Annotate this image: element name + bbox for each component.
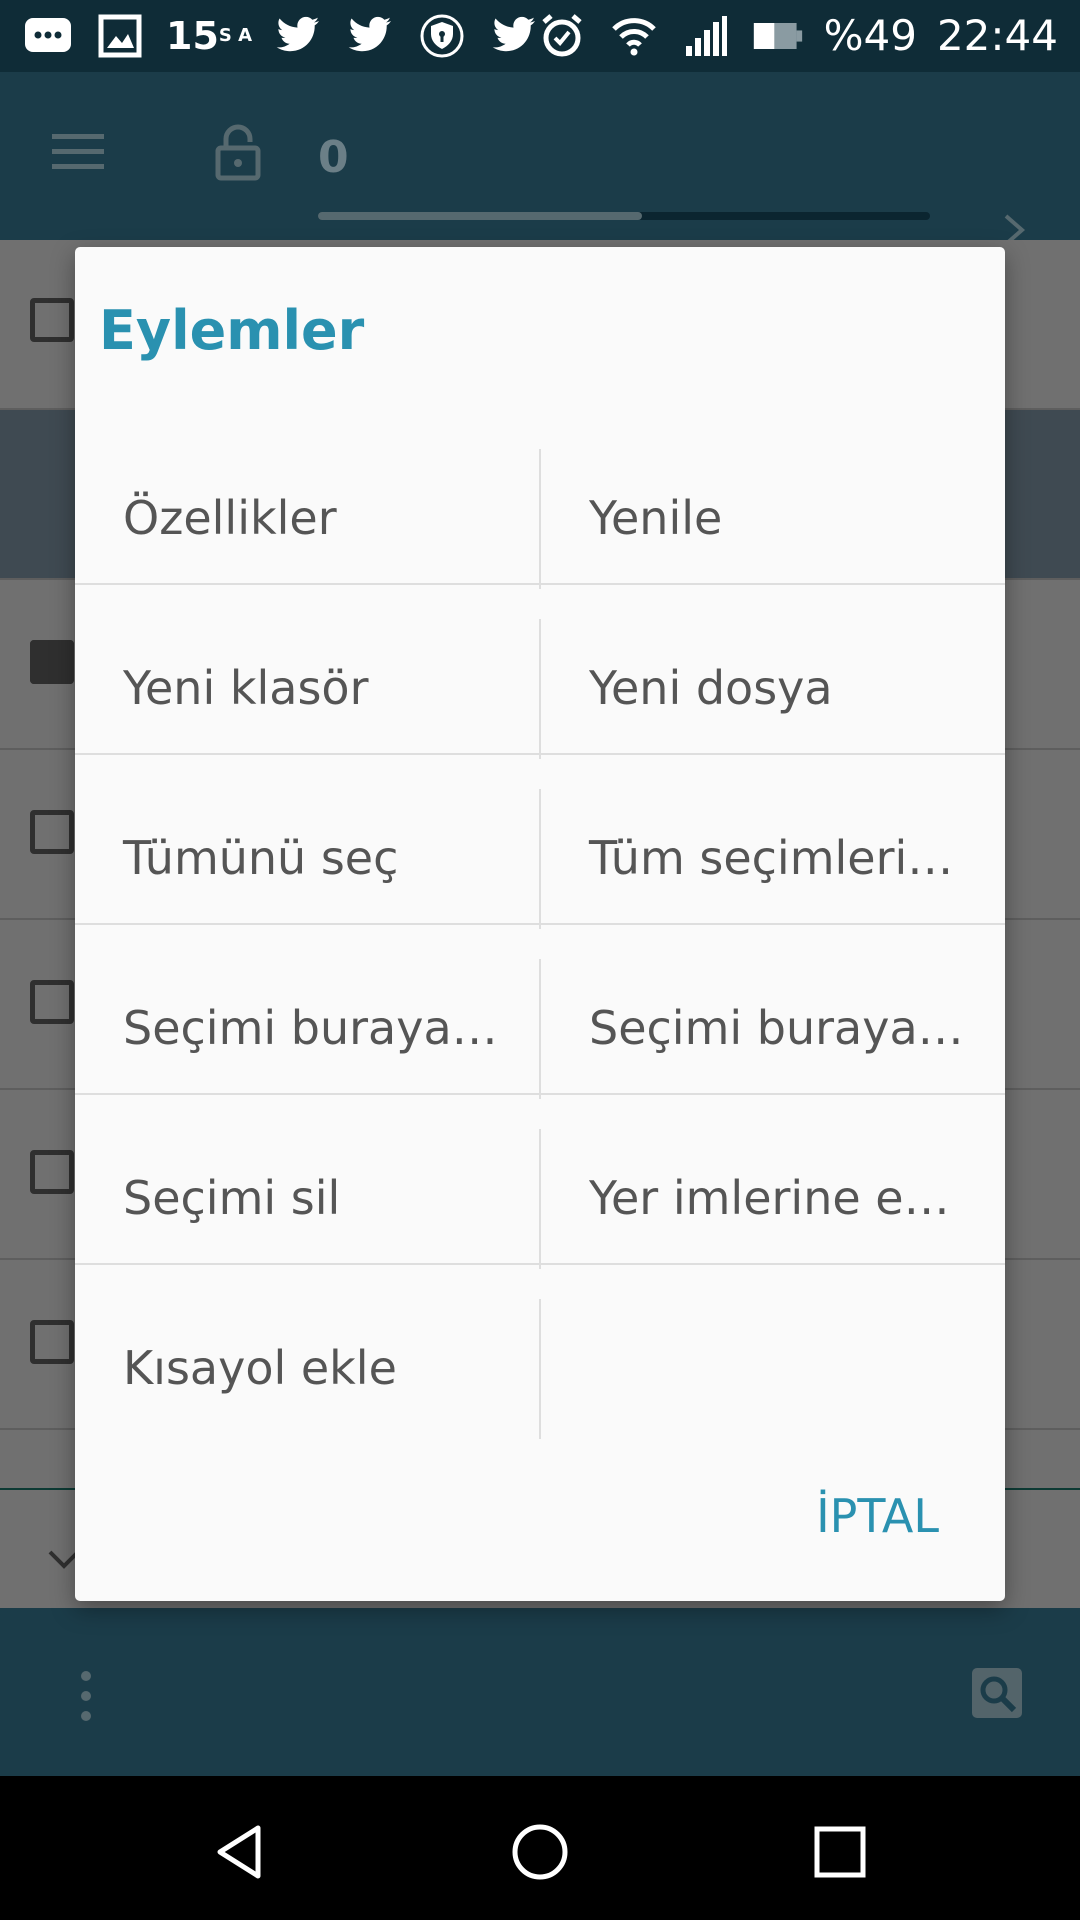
action-select-all[interactable]: Tümünü seç — [75, 773, 540, 943]
action-delete-selection[interactable]: Seçimi sil — [75, 1113, 540, 1283]
divider — [75, 753, 1005, 755]
bottom-bar — [0, 1608, 1080, 1776]
checkbox[interactable] — [30, 298, 74, 342]
checkbox[interactable] — [30, 640, 74, 684]
image-icon — [94, 10, 146, 62]
status-bar: 15S A %49 22:44 — [0, 0, 1080, 72]
checkbox[interactable] — [30, 980, 74, 1024]
action-add-shortcut[interactable]: Kısayol ekle — [75, 1283, 540, 1453]
tab-current[interactable]: 0 — [318, 132, 918, 192]
battery-icon — [752, 10, 804, 62]
wifi-icon — [608, 10, 660, 62]
home-icon[interactable] — [508, 1820, 572, 1884]
action-new-folder[interactable]: Yeni klasör — [75, 603, 540, 773]
action-move-selection-here[interactable]: Seçimi buraya… — [541, 943, 1006, 1113]
twitter-icon — [344, 10, 396, 62]
action-add-to-bookmarks[interactable]: Yer imlerine e… — [541, 1113, 1006, 1283]
menu-icon[interactable] — [50, 130, 110, 180]
search-icon[interactable] — [972, 1668, 1022, 1718]
checkbox[interactable] — [30, 1150, 74, 1194]
checkbox[interactable] — [30, 1320, 74, 1364]
action-refresh[interactable]: Yenile — [541, 433, 1006, 603]
twitter-icon — [488, 10, 540, 62]
checkbox[interactable] — [30, 810, 74, 854]
divider — [75, 583, 1005, 585]
navigation-bar — [0, 1776, 1080, 1920]
action-empty — [541, 1283, 1006, 1453]
signal-icon — [680, 10, 732, 62]
lock-icon[interactable] — [214, 124, 266, 188]
clock: 22:44 — [936, 11, 1058, 60]
action-properties[interactable]: Özellikler — [75, 433, 540, 603]
recents-icon[interactable] — [808, 1820, 872, 1884]
weather-temperature: 15S A — [166, 14, 253, 58]
message-icon — [22, 10, 74, 62]
action-clear-selection[interactable]: Tüm seçimleri… — [541, 773, 1006, 943]
tab-progress-fill — [318, 212, 642, 220]
divider — [75, 1093, 1005, 1095]
vpn-shield-icon — [416, 10, 468, 62]
battery-percent: %49 — [823, 11, 917, 60]
back-icon[interactable] — [208, 1820, 272, 1884]
action-new-file[interactable]: Yeni dosya — [541, 603, 1006, 773]
twitter-icon — [272, 10, 324, 62]
cancel-button[interactable]: İPTAL — [816, 1489, 939, 1543]
alarm-icon — [536, 10, 588, 62]
divider — [75, 923, 1005, 925]
more-vert-icon[interactable] — [78, 1670, 94, 1722]
action-copy-selection-here[interactable]: Seçimi buraya… — [75, 943, 540, 1113]
dialog-title: Eylemler — [99, 299, 365, 362]
divider — [75, 1263, 1005, 1265]
actions-dialog: Eylemler Özellikler Yenile Yeni klasör Y… — [75, 247, 1005, 1601]
